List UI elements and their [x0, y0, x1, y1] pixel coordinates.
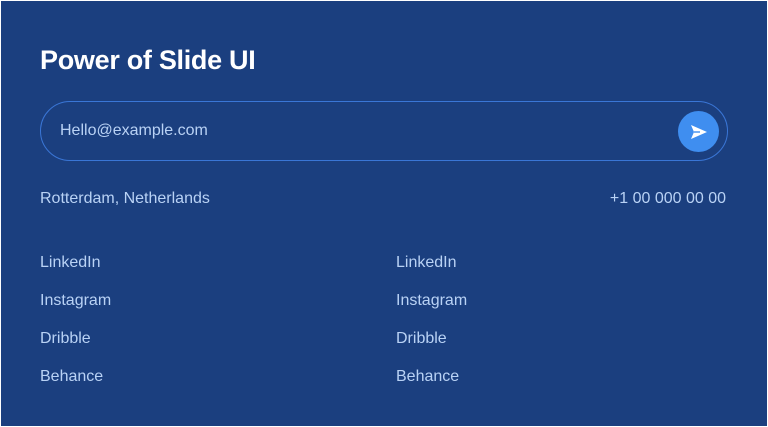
send-button[interactable] [678, 111, 719, 152]
footer-panel: Power of Slide UI Rotterdam, Netherlands… [1, 1, 767, 426]
contact-info: Rotterdam, Netherlands +1 00 000 00 00 [40, 189, 726, 209]
link-instagram[interactable]: Instagram [396, 291, 467, 311]
link-instagram[interactable]: Instagram [40, 291, 111, 311]
link-behance[interactable]: Behance [40, 367, 111, 387]
email-subscribe-bar [40, 101, 728, 161]
link-dribble[interactable]: Dribble [40, 329, 111, 349]
link-dribble[interactable]: Dribble [396, 329, 467, 349]
send-arrow-icon [690, 124, 708, 140]
social-links-left: LinkedIn Instagram Dribble Behance [40, 253, 111, 387]
phone-text: +1 00 000 00 00 [609, 190, 726, 207]
social-links-right: LinkedIn Instagram Dribble Behance [396, 253, 467, 387]
page-title: Power of Slide UI [40, 45, 256, 75]
location-text: Rotterdam, Netherlands [40, 190, 210, 207]
link-behance[interactable]: Behance [396, 367, 467, 387]
link-linkedin[interactable]: LinkedIn [396, 253, 467, 273]
link-linkedin[interactable]: LinkedIn [40, 253, 111, 273]
email-input[interactable] [60, 102, 660, 160]
